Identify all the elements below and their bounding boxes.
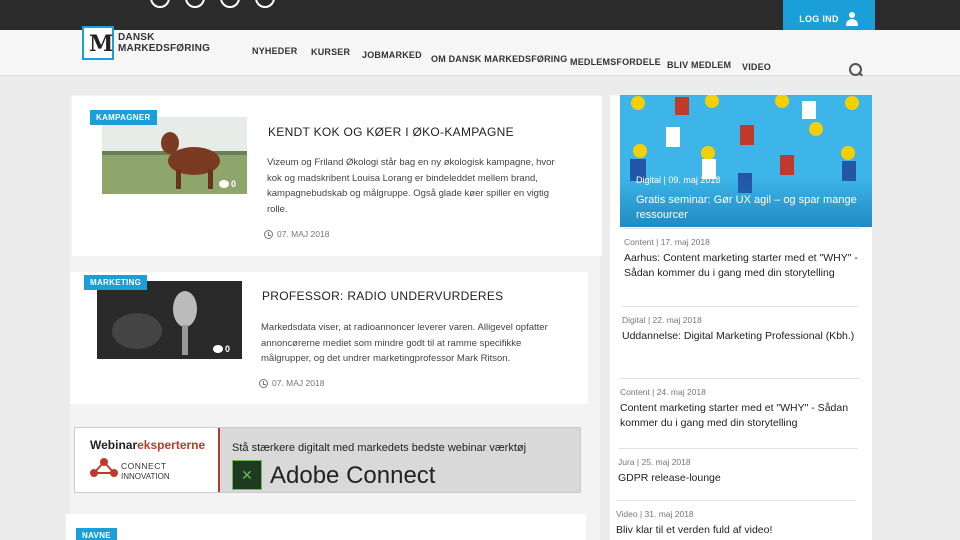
banner-brand-title: Webinareksperterne bbox=[90, 438, 206, 452]
adobe-connect-icon: ✕ bbox=[232, 460, 262, 490]
category-badge[interactable]: MARKETING bbox=[84, 275, 148, 290]
nav-nyheder[interactable]: NYHEDER bbox=[252, 46, 297, 56]
article-card[interactable] bbox=[66, 514, 586, 540]
banner-tagline: Stå stærkere digitalt med markedets beds… bbox=[232, 442, 527, 454]
sidebar-item-title[interactable]: Bliv klar til et verden fuld af video! bbox=[616, 523, 856, 538]
sidebar-item-title[interactable]: Uddannelse: Digital Marketing Profession… bbox=[622, 329, 858, 344]
user-icon bbox=[845, 12, 859, 26]
sidebar-item-category: Content | 24. maj 2018 bbox=[620, 387, 706, 397]
sidebar-item-category: Content | 17. maj 2018 bbox=[624, 237, 710, 247]
webinar-banner-ad[interactable]: Webinareksperterne CONNECT INNOVATION St… bbox=[74, 427, 581, 493]
comment-count[interactable]: 0 bbox=[213, 344, 230, 354]
sidebar-featured[interactable]: Digital | 09. maj 2018 Gratis seminar: G… bbox=[620, 95, 872, 227]
sidebar-featured-title[interactable]: Gratis seminar: Gør UX agil – og spar ma… bbox=[636, 193, 866, 223]
sidebar-item[interactable]: Content | 24. maj 2018 Content marketing… bbox=[620, 378, 860, 444]
banner-innovation: INNOVATION bbox=[121, 472, 170, 481]
sidebar-item[interactable]: Content | 17. maj 2018 Aarhus: Content m… bbox=[624, 228, 860, 302]
sidebar-item-title[interactable]: Content marketing starter med et "WHY" -… bbox=[620, 401, 860, 431]
banner-product: Adobe Connect bbox=[270, 462, 436, 489]
banner-brand: Webinareksperterne CONNECT INNOVATION bbox=[75, 428, 218, 492]
article-title[interactable]: KENDT KOK OG KØER I ØKO-KAMPAGNE bbox=[268, 125, 514, 139]
nav-video[interactable]: VIDEO bbox=[742, 62, 771, 72]
search-icon[interactable] bbox=[849, 63, 863, 77]
sidebar-featured-category: Digital | 09. maj 2018 bbox=[636, 175, 721, 185]
article-excerpt: Markedsdata viser, at radioannoncer leve… bbox=[261, 322, 548, 364]
article-title[interactable]: PROFESSOR: RADIO UNDERVURDERES bbox=[262, 289, 503, 303]
connect-innovation-icon bbox=[90, 458, 118, 477]
banner-connect: CONNECT bbox=[121, 461, 167, 471]
article-date: 07. MAJ 2018 bbox=[259, 378, 324, 388]
sidebar-item-title[interactable]: Aarhus: Content marketing starter med et… bbox=[624, 251, 860, 281]
sidebar-item[interactable]: Video | 31. maj 2018 Bliv klar til et ve… bbox=[616, 500, 856, 540]
nav-kurser[interactable]: KURSER bbox=[311, 47, 350, 57]
clock-icon bbox=[259, 378, 268, 388]
banner-adobe: Stå stærkere digitalt med markedets beds… bbox=[218, 428, 580, 492]
comment-icon bbox=[213, 345, 223, 353]
comment-icon bbox=[219, 180, 229, 188]
nav-bliv-medlem[interactable]: BLIV MEDLEM bbox=[667, 60, 731, 70]
logo-mark: M bbox=[82, 26, 114, 60]
article-excerpt: Vizeum og Friland Økologi står bag en ny… bbox=[267, 157, 555, 215]
site-logo[interactable]: M DANSK MARKEDSFØRING bbox=[82, 26, 210, 60]
article-date: 07. MAJ 2018 bbox=[264, 229, 329, 239]
facebook-icon[interactable] bbox=[150, 0, 170, 8]
sidebar-item-category: Jura | 25. maj 2018 bbox=[618, 457, 691, 467]
logo-text: DANSK MARKEDSFØRING bbox=[118, 32, 211, 54]
nav-jobmarked[interactable]: JOBMARKED bbox=[362, 50, 422, 60]
comment-count[interactable]: 0 bbox=[219, 179, 236, 189]
category-badge[interactable]: KAMPAGNER bbox=[90, 110, 157, 125]
instagram-icon[interactable] bbox=[255, 0, 275, 8]
login-label: LOG IND bbox=[799, 14, 839, 24]
category-badge[interactable]: NAVNE bbox=[76, 528, 117, 540]
clock-icon bbox=[264, 229, 273, 239]
sidebar-item-category: Digital | 22. maj 2018 bbox=[622, 315, 702, 325]
sidebar-item[interactable]: Jura | 25. maj 2018 GDPR release-lounge bbox=[618, 448, 858, 500]
linkedin-icon[interactable] bbox=[220, 0, 240, 8]
nav-medlemsfordele[interactable]: MEDLEMSFORDELE bbox=[570, 57, 661, 67]
sidebar-item-title[interactable]: GDPR release-lounge bbox=[618, 471, 858, 486]
nav-om-dansk-markedsforing[interactable]: OM DANSK MARKEDSFØRING bbox=[431, 54, 567, 64]
sidebar-item[interactable]: Digital | 22. maj 2018 Uddannelse: Digit… bbox=[622, 306, 858, 376]
twitter-icon[interactable] bbox=[185, 0, 205, 8]
sidebar-item-category: Video | 31. maj 2018 bbox=[616, 509, 694, 519]
